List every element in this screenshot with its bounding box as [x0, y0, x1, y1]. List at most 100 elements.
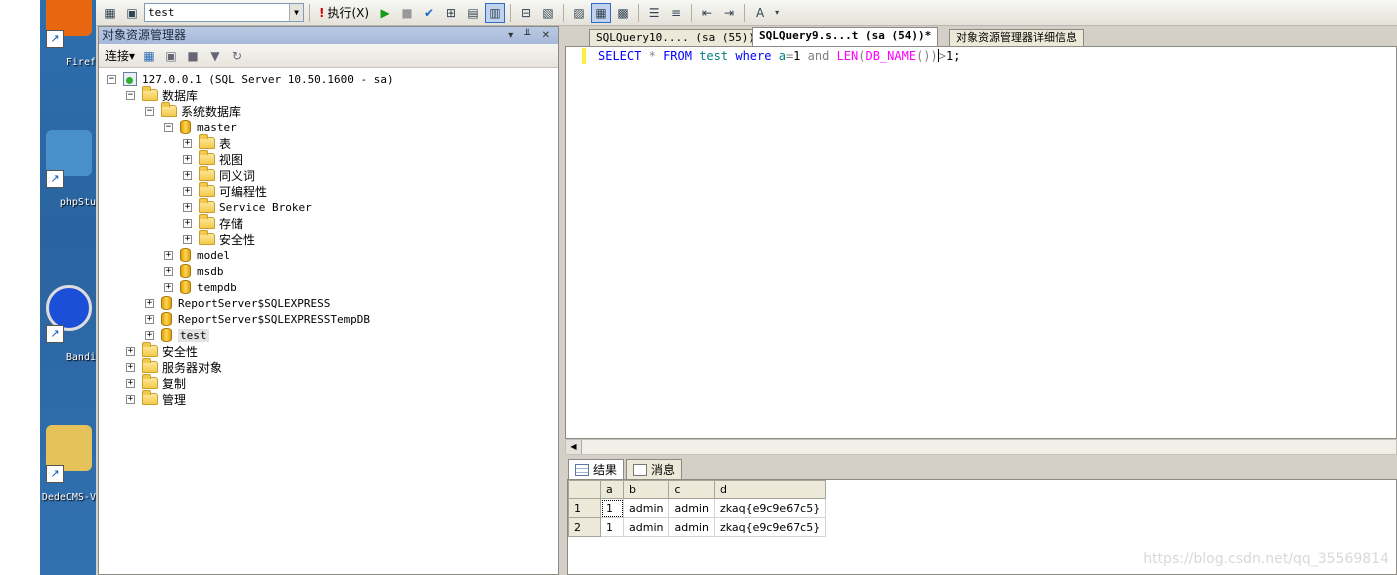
tree-node[interactable]: + ReportServer$SQLEXPRESS	[145, 295, 330, 311]
execute-button[interactable]: ! 执行(X)	[315, 4, 373, 21]
disconnect-icon[interactable]: ▣	[163, 48, 179, 64]
tree-node[interactable]: + 可编程性	[183, 182, 267, 199]
filter-icon[interactable]: ▼	[207, 48, 223, 64]
client-stats-icon[interactable]: ▧	[538, 3, 558, 23]
document-tab[interactable]: SQLQuery9.s...t (sa (54))*	[752, 27, 939, 46]
expand-icon[interactable]: +	[126, 346, 135, 356]
expand-icon[interactable]: +	[183, 218, 192, 228]
tree-node[interactable]: + 服务器对象	[126, 358, 222, 375]
tree-node[interactable]: − master	[164, 119, 237, 135]
specify-values-icon[interactable]: A	[750, 3, 770, 23]
expand-icon[interactable]: +	[126, 394, 135, 404]
grid-cell[interactable]: admin	[622, 498, 670, 518]
expand-icon[interactable]: +	[126, 378, 135, 388]
tree-node[interactable]: + msdb	[164, 263, 224, 279]
chevron-down-icon[interactable]: ▼	[289, 4, 303, 21]
collapse-icon[interactable]: −	[145, 106, 154, 116]
collapse-icon[interactable]: −	[164, 122, 173, 132]
grid-column-header[interactable]: d	[713, 480, 827, 499]
results-grid-icon[interactable]: ▦	[591, 2, 612, 23]
increase-indent-icon[interactable]: ⇥	[719, 3, 739, 23]
expand-icon[interactable]: +	[164, 266, 173, 276]
tree-node[interactable]: + test	[145, 327, 209, 343]
document-tab[interactable]: 对象资源管理器详细信息	[949, 29, 1084, 46]
horizontal-scrollbar[interactable]: ◀	[565, 439, 1397, 455]
grid-cell[interactable]: zkaq{e9c9e67c5}	[713, 517, 827, 537]
tree-node[interactable]: + tempdb	[164, 279, 237, 295]
collapse-icon[interactable]: −	[107, 74, 116, 84]
grid-cell[interactable]: zkaq{e9c9e67c5}	[713, 498, 827, 518]
tree-node[interactable]: + 安全性	[126, 342, 198, 359]
tree-node[interactable]: − 系统数据库	[145, 102, 241, 119]
grid-column-header[interactable]: b	[622, 480, 670, 499]
expand-icon[interactable]: +	[164, 250, 173, 260]
expand-icon[interactable]: +	[145, 298, 154, 308]
collapse-icon[interactable]: −	[126, 90, 135, 100]
estimated-plan-icon[interactable]: ⊞	[441, 3, 461, 23]
expand-icon[interactable]: +	[183, 202, 192, 212]
comment-icon[interactable]: ☰	[644, 3, 664, 23]
pin-close-icons[interactable]: ▾ ╨ ✕	[508, 27, 554, 44]
expand-icon[interactable]: +	[183, 234, 192, 244]
tree-node[interactable]: + 安全性	[183, 230, 255, 247]
document-tab[interactable]: SQLQuery10.... (sa (55))*	[589, 29, 769, 46]
uncomment-icon[interactable]: ≡	[666, 3, 686, 23]
tab-messages[interactable]: 消息	[626, 459, 683, 479]
row-header[interactable]: 2	[568, 517, 601, 537]
query-designer-icon[interactable]: ▤	[463, 3, 483, 23]
tree-node[interactable]: + 存储	[183, 214, 243, 231]
desktop-shortcut[interactable]: ↗ phpStu	[40, 130, 96, 210]
results-file-icon[interactable]: ▩	[613, 3, 633, 23]
grid-cell[interactable]: admin	[668, 517, 715, 537]
grid-column-header[interactable]: a	[600, 480, 624, 499]
grid-cell[interactable]: 1	[600, 517, 624, 537]
expand-icon[interactable]: +	[164, 282, 173, 292]
grid-column-header[interactable]: c	[668, 480, 715, 499]
results-to-grid-icon[interactable]: ▥	[485, 2, 506, 23]
shortcut-arrow-icon: ↗	[46, 325, 64, 343]
expand-icon[interactable]: +	[183, 186, 192, 196]
disconnect-icon[interactable]: ▣	[122, 3, 142, 23]
tab-results[interactable]: 结果	[568, 459, 625, 479]
scroll-left-icon[interactable]: ◀	[566, 440, 582, 454]
expand-icon[interactable]: +	[183, 154, 192, 164]
include-plan-icon[interactable]: ⊟	[516, 3, 536, 23]
results-text-icon[interactable]: ▨	[569, 3, 589, 23]
tree-node[interactable]: + 同义词	[183, 166, 255, 183]
tree-node[interactable]: + model	[164, 247, 230, 263]
grid-cell[interactable]: admin	[622, 517, 670, 537]
tree-node[interactable]: + 视图	[183, 150, 243, 167]
desktop-shortcut[interactable]: ↗ Firef	[40, 0, 96, 70]
desktop-shortcut[interactable]: ↗ DedeCMS-V	[40, 425, 96, 505]
sql-text[interactable]: SELECT * FROM test where a=1 and LEN(DB_…	[598, 48, 960, 64]
row-header[interactable]: 1	[568, 498, 601, 518]
connect-icon[interactable]: ▦	[141, 48, 157, 64]
tree-node[interactable]: + Service Broker	[183, 198, 312, 215]
expand-icon[interactable]: +	[145, 330, 154, 340]
query-editor[interactable]: SELECT * FROM test where a=1 and LEN(DB_…	[565, 46, 1397, 439]
connect-button[interactable]: 连接▾	[105, 47, 135, 64]
object-explorer-icon[interactable]: ▦	[100, 3, 120, 23]
stop-icon[interactable]: ■	[185, 48, 201, 64]
grid-corner[interactable]	[568, 480, 601, 499]
debug-play-icon[interactable]: ▶	[375, 3, 395, 23]
parse-check-icon[interactable]: ✔	[419, 3, 439, 23]
expand-icon[interactable]: +	[183, 138, 192, 148]
tree-node[interactable]: − 数据库	[126, 86, 198, 103]
tree-node[interactable]: + ReportServer$SQLEXPRESSTempDB	[145, 311, 370, 327]
expand-icon[interactable]: +	[183, 170, 192, 180]
expand-icon[interactable]: +	[126, 362, 135, 372]
tree-node[interactable]: + 复制	[126, 374, 186, 391]
expand-icon[interactable]: +	[145, 314, 154, 324]
tree-node[interactable]: + 表	[183, 134, 231, 151]
desktop-shortcut[interactable]: ↗ Bandi	[40, 285, 96, 365]
stop-icon[interactable]: ■	[397, 3, 417, 23]
grid-cell[interactable]: admin	[668, 498, 715, 518]
decrease-indent-icon[interactable]: ⇤	[697, 3, 717, 23]
database-select[interactable]: test ▼	[144, 3, 304, 22]
toolbar-overflow-icon[interactable]: ▾	[772, 3, 782, 23]
tree-node[interactable]: − 127.0.0.1 (SQL Server 10.50.1600 - sa)	[107, 71, 394, 87]
refresh-icon[interactable]: ↻	[229, 48, 245, 64]
tree-node[interactable]: + 管理	[126, 390, 186, 407]
grid-cell[interactable]: 1	[600, 498, 624, 518]
